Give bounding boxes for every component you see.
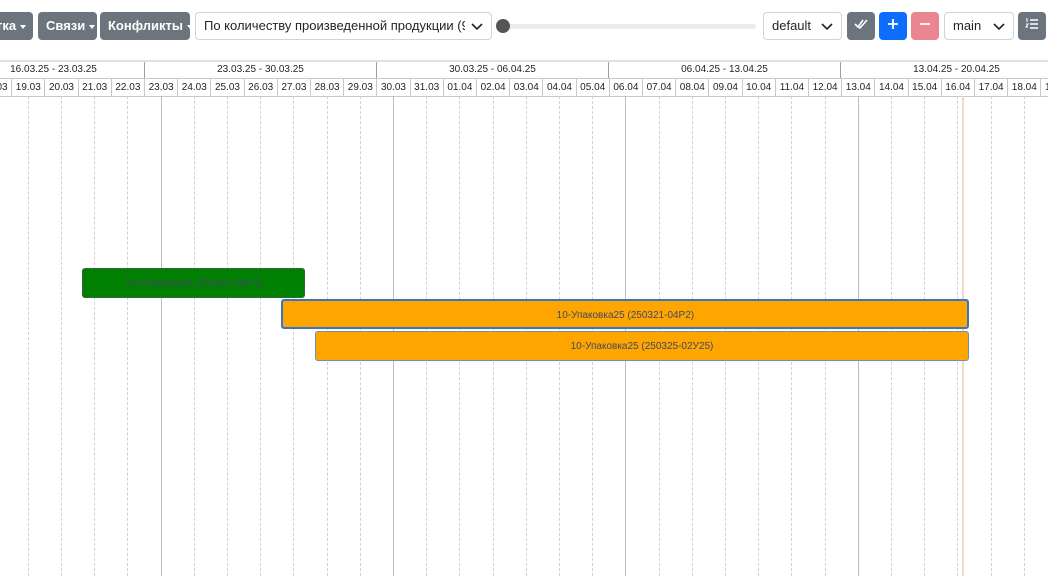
day-header-row: 18.0319.0320.0321.0322.0323.0324.0325.03… [0,78,1048,97]
day-header-cell: 01.04 [442,79,476,96]
week-header-row: 16.03.25 - 23.03.25 23.03.25 - 30.03.25 … [0,62,1048,78]
toolbar: тка Связи Конфликты По количеству произв… [0,0,1048,52]
week-header: 16.03.25 - 23.03.25 [0,62,144,78]
grid-line [1023,96,1025,576]
task-bar-label: 10-Упаковка25 (250325-02У25) [570,341,714,352]
day-header-cell: 09.04 [708,79,741,96]
week-header: 23.03.25 - 30.03.25 [144,62,376,78]
conflicts-dropdown-label: Конфликты [108,18,184,33]
links-dropdown-button[interactable]: Связи [38,12,97,40]
day-header-cell: 12.04 [808,79,841,96]
day-header-cell: 05.04 [575,79,609,96]
links-dropdown-label: Связи [46,18,86,33]
task-bar-label: 10-Упаковка25 (250321-04Р2) [556,310,695,321]
day-header-cell: 24.03 [177,79,210,96]
day-header-cell: 11.04 [774,79,808,96]
numbered-list-icon [1025,17,1039,34]
grid-line [94,96,96,576]
task-bar[interactable]: 10-Упаковка25 (250321-03Р1) [82,268,306,298]
grid-line [127,96,129,576]
day-header-cell: 23.03 [144,79,177,96]
zoom-slider-thumb[interactable] [496,19,510,33]
day-header-cell: 19.03 [11,79,44,96]
grid-dropdown-label: тка [0,18,17,33]
conflicts-dropdown-button[interactable]: Конфликты [100,12,194,40]
view-select-value: default [772,18,812,33]
list-button[interactable] [1018,12,1046,40]
remove-button[interactable] [911,12,939,40]
day-header-cell: 02.04 [476,79,509,96]
branch-select[interactable]: main [944,12,1014,40]
grid-line [260,96,262,576]
day-header-cell: 03.04 [509,79,542,96]
day-header-cell: 21.03 [77,79,111,96]
task-bar[interactable]: 10-Упаковка25 (250321-04Р2) [281,299,970,329]
double-check-icon [854,17,868,34]
day-header-cell: 19.04 [1040,79,1048,96]
grid-line [160,96,162,576]
chevron-down-icon [821,13,833,39]
day-header-cell: 28.03 [310,79,343,96]
add-button[interactable] [879,12,907,40]
day-header-cell: 29.03 [343,79,376,96]
caret-down-icon [89,24,96,29]
grid-line [227,96,228,576]
sort-select-value: По количеству произведенной продукции (9 [204,18,469,33]
minus-icon [919,17,931,34]
grid-dropdown-button[interactable]: тка [0,12,33,40]
day-header-cell: 10.04 [741,79,775,96]
grid-line [990,96,992,576]
plus-icon [887,17,899,34]
day-header-cell: 31.03 [409,79,443,96]
day-header-cell: 26.03 [243,79,277,96]
chevron-down-icon [465,13,483,39]
grid-line [61,96,62,576]
caret-down-icon [20,24,27,29]
branch-select-value: main [953,18,982,33]
caret-down-icon [187,24,194,29]
zoom-slider[interactable] [496,19,756,33]
day-header-cell: 22.03 [110,79,144,96]
task-bar[interactable]: 10-Упаковка25 (250325-02У25) [314,331,970,361]
grid-line [293,96,295,576]
sort-select[interactable]: По количеству произведенной продукции (9 [195,12,492,40]
day-header-cell: 15.04 [907,79,941,96]
check-all-button[interactable] [847,12,875,40]
view-select[interactable]: default [763,12,842,40]
task-bar-label: 10-Упаковка25 (250321-03Р1) [125,278,263,289]
day-header-cell: 13.04 [841,79,874,96]
day-header-cell: 07.04 [642,79,675,96]
day-header-cell: 14.04 [874,79,907,96]
zoom-slider-track [496,24,756,29]
week-header: 30.03.25 - 06.04.25 [376,62,608,78]
week-header: 13.04.25 - 20.04.25 [840,62,1048,78]
day-header-cell: 25.03 [210,79,243,96]
day-header-cell: 16.04 [940,79,974,96]
day-header-cell: 18.04 [1007,79,1040,96]
day-header-cell: 17.04 [974,79,1007,96]
day-header-cell: 18.03 [0,79,11,96]
day-header-cell: 30.03 [376,79,409,96]
day-header-cell: 06.04 [608,79,642,96]
week-header: 06.04.25 - 13.04.25 [608,62,840,78]
day-header-cell: 27.03 [276,79,310,96]
day-header-cell: 20.03 [44,79,77,96]
chevron-down-icon [993,13,1005,39]
grid-line [193,96,195,576]
day-header-cell: 08.04 [675,79,708,96]
day-header-cell: 04.04 [542,79,575,96]
grid-line [27,96,29,576]
